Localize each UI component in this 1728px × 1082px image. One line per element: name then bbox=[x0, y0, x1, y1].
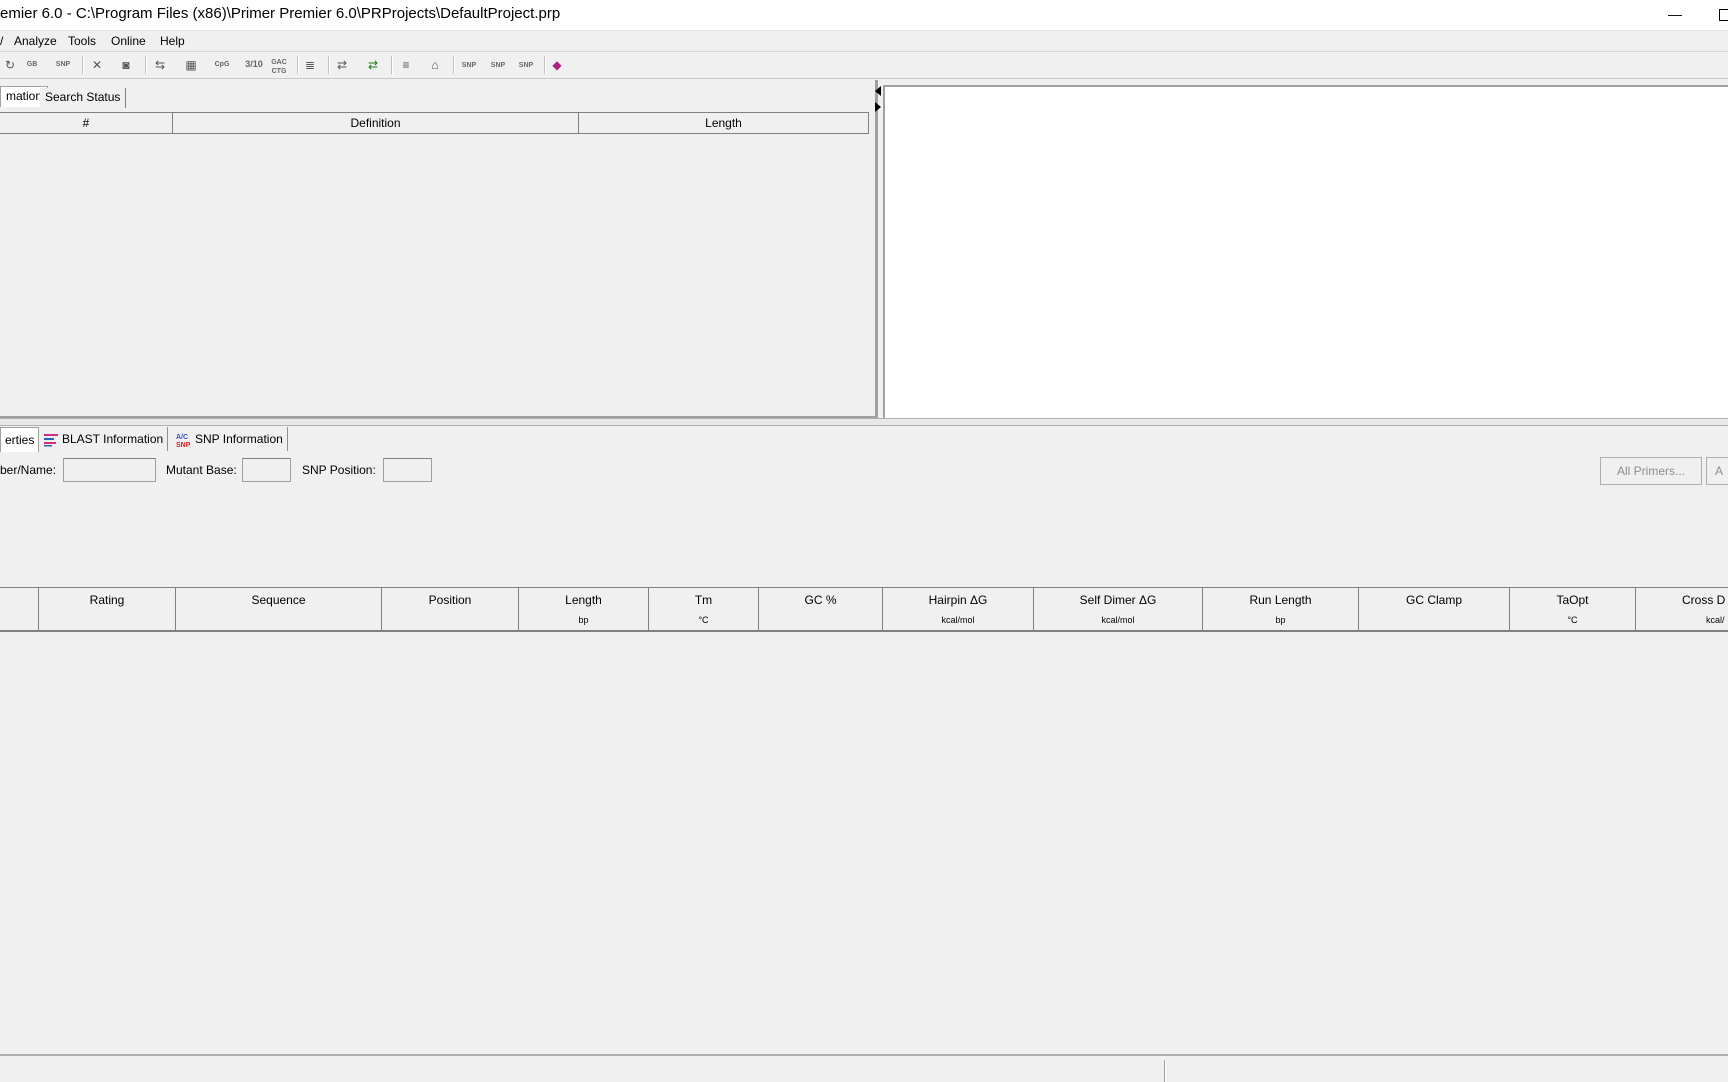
col-definition[interactable]: Definition bbox=[173, 113, 579, 133]
menu-view[interactable]: / bbox=[0, 34, 3, 48]
sequence-view-pane bbox=[883, 85, 1728, 419]
name-label: ber/Name: bbox=[0, 463, 57, 477]
minimize-button[interactable]: — bbox=[1658, 0, 1692, 30]
snp-check-icon[interactable]: SNP bbox=[516, 61, 536, 81]
toolbar-separator bbox=[544, 56, 546, 74]
title-bar: emier 6.0 - C:\Program Files (x86)\Prime… bbox=[0, 0, 1728, 31]
sequence-table-header: # Definition Length bbox=[0, 112, 869, 134]
open-genbank-icon[interactable]: ↻ bbox=[0, 55, 20, 75]
tab-blast-label: BLAST Information bbox=[62, 432, 164, 446]
col-sequence[interactable]: Sequence bbox=[176, 588, 382, 630]
col-cross-dimer[interactable]: Cross Dkcal/ bbox=[1636, 588, 1728, 630]
toolbar-separator bbox=[82, 56, 84, 74]
col-number[interactable]: # bbox=[0, 113, 173, 133]
window-title: emier 6.0 - C:\Program Files (x86)\Prime… bbox=[0, 5, 561, 22]
col-gc-percent[interactable]: GC % bbox=[759, 588, 883, 630]
splitter-arrows-icon[interactable] bbox=[874, 86, 882, 114]
col-gc-clamp[interactable]: GC Clamp bbox=[1359, 588, 1510, 630]
ratio-icon[interactable]: 3/10 bbox=[244, 60, 264, 80]
snp-position-label: SNP Position: bbox=[302, 463, 376, 477]
col-position[interactable]: Position bbox=[382, 588, 519, 630]
tab-snp-information[interactable]: A/C SNP SNP Information bbox=[172, 427, 288, 451]
toolbar-separator bbox=[145, 56, 147, 74]
tab-properties[interactable]: erties bbox=[0, 427, 40, 452]
gac-ctg-icon[interactable]: GAC CTG bbox=[269, 58, 289, 78]
menu-help[interactable]: Help bbox=[160, 34, 185, 48]
col-rating[interactable]: Rating bbox=[39, 588, 176, 630]
menu-tools[interactable]: Tools bbox=[68, 34, 96, 48]
menu-bar: / Analyze Tools Online Help bbox=[0, 31, 1728, 52]
swap-icon[interactable]: ⇆ bbox=[150, 55, 170, 75]
snp-dot-icon[interactable]: SNP bbox=[459, 61, 479, 81]
text-align-icon[interactable]: ≡ bbox=[396, 55, 416, 75]
lower-tabs: erties BLAST Information A/C SNP SNP Inf… bbox=[0, 427, 1728, 452]
col-self-dimer-dg[interactable]: Self Dimer ΔG kcal/mol bbox=[1034, 588, 1203, 630]
sequence-list-pane: mation Search Status # Definition Length bbox=[0, 80, 878, 419]
toolbar-separator bbox=[453, 56, 455, 74]
menu-online[interactable]: Online bbox=[111, 34, 146, 48]
col-blank[interactable] bbox=[0, 588, 39, 630]
all-primers-button[interactable]: All Primers... bbox=[1600, 457, 1702, 485]
cpg-icon[interactable]: CpG bbox=[212, 60, 232, 80]
toolbar: ↻ GB SNP ✕ ◙ ⇆ ▦ CpG 3/10 GAC CTG ≣ ⇄ ⇄ … bbox=[0, 52, 1728, 79]
name-field[interactable] bbox=[63, 458, 156, 482]
snp-position-field[interactable] bbox=[383, 458, 432, 482]
blast-icon bbox=[44, 433, 58, 447]
next-button[interactable]: A bbox=[1706, 457, 1728, 485]
snp-icon: A/C SNP bbox=[176, 434, 191, 447]
tab-search-status[interactable]: Search Status bbox=[40, 88, 127, 108]
col-hairpin-dg[interactable]: Hairpin ΔG kcal/mol bbox=[883, 588, 1034, 630]
tab-blast-information[interactable]: BLAST Information bbox=[39, 427, 169, 451]
snp-globe-icon[interactable]: SNP bbox=[53, 60, 73, 80]
svg-text:A/C: A/C bbox=[176, 434, 188, 441]
primer-table-header: Rating Sequence Position Length bp Tm °C G… bbox=[0, 587, 1728, 632]
stamp-icon[interactable]: ⌂ bbox=[425, 55, 445, 75]
toolbar-separator bbox=[297, 56, 299, 74]
svg-text:SNP: SNP bbox=[176, 442, 191, 447]
status-divider bbox=[1164, 1060, 1166, 1082]
toolbar-separator bbox=[328, 56, 330, 74]
maximize-icon bbox=[1719, 9, 1728, 21]
col-length[interactable]: Length bp bbox=[519, 588, 649, 630]
gb-icon[interactable]: GB bbox=[22, 60, 42, 80]
arrows-icon[interactable]: ⇄ bbox=[332, 55, 352, 75]
toolbar-separator bbox=[391, 56, 393, 74]
maximize-button[interactable] bbox=[1712, 0, 1728, 30]
grid-icon[interactable]: ▦ bbox=[181, 55, 201, 75]
arrows-color-icon[interactable]: ⇄ bbox=[363, 55, 383, 75]
delete-icon[interactable]: ✕ bbox=[87, 55, 107, 75]
status-bar bbox=[0, 1054, 1728, 1082]
align-icon[interactable]: ≣ bbox=[300, 55, 320, 75]
menu-analyze[interactable]: Analyze bbox=[14, 34, 57, 48]
col-length[interactable]: Length bbox=[579, 113, 868, 133]
horizontal-splitter[interactable] bbox=[0, 418, 1728, 426]
col-run-length[interactable]: Run Length bp bbox=[1203, 588, 1359, 630]
help-book-icon[interactable]: ◆ bbox=[547, 55, 567, 75]
mutant-base-label: Mutant Base: bbox=[166, 463, 237, 477]
snp-delete-icon[interactable]: SNP bbox=[488, 61, 508, 81]
col-tm[interactable]: Tm °C bbox=[649, 588, 759, 630]
col-taopt[interactable]: TaOpt °C bbox=[1510, 588, 1636, 630]
mutant-base-field[interactable] bbox=[242, 458, 291, 482]
binoculars-icon[interactable]: ◙ bbox=[116, 55, 136, 75]
tab-snp-label: SNP Information bbox=[195, 432, 283, 446]
